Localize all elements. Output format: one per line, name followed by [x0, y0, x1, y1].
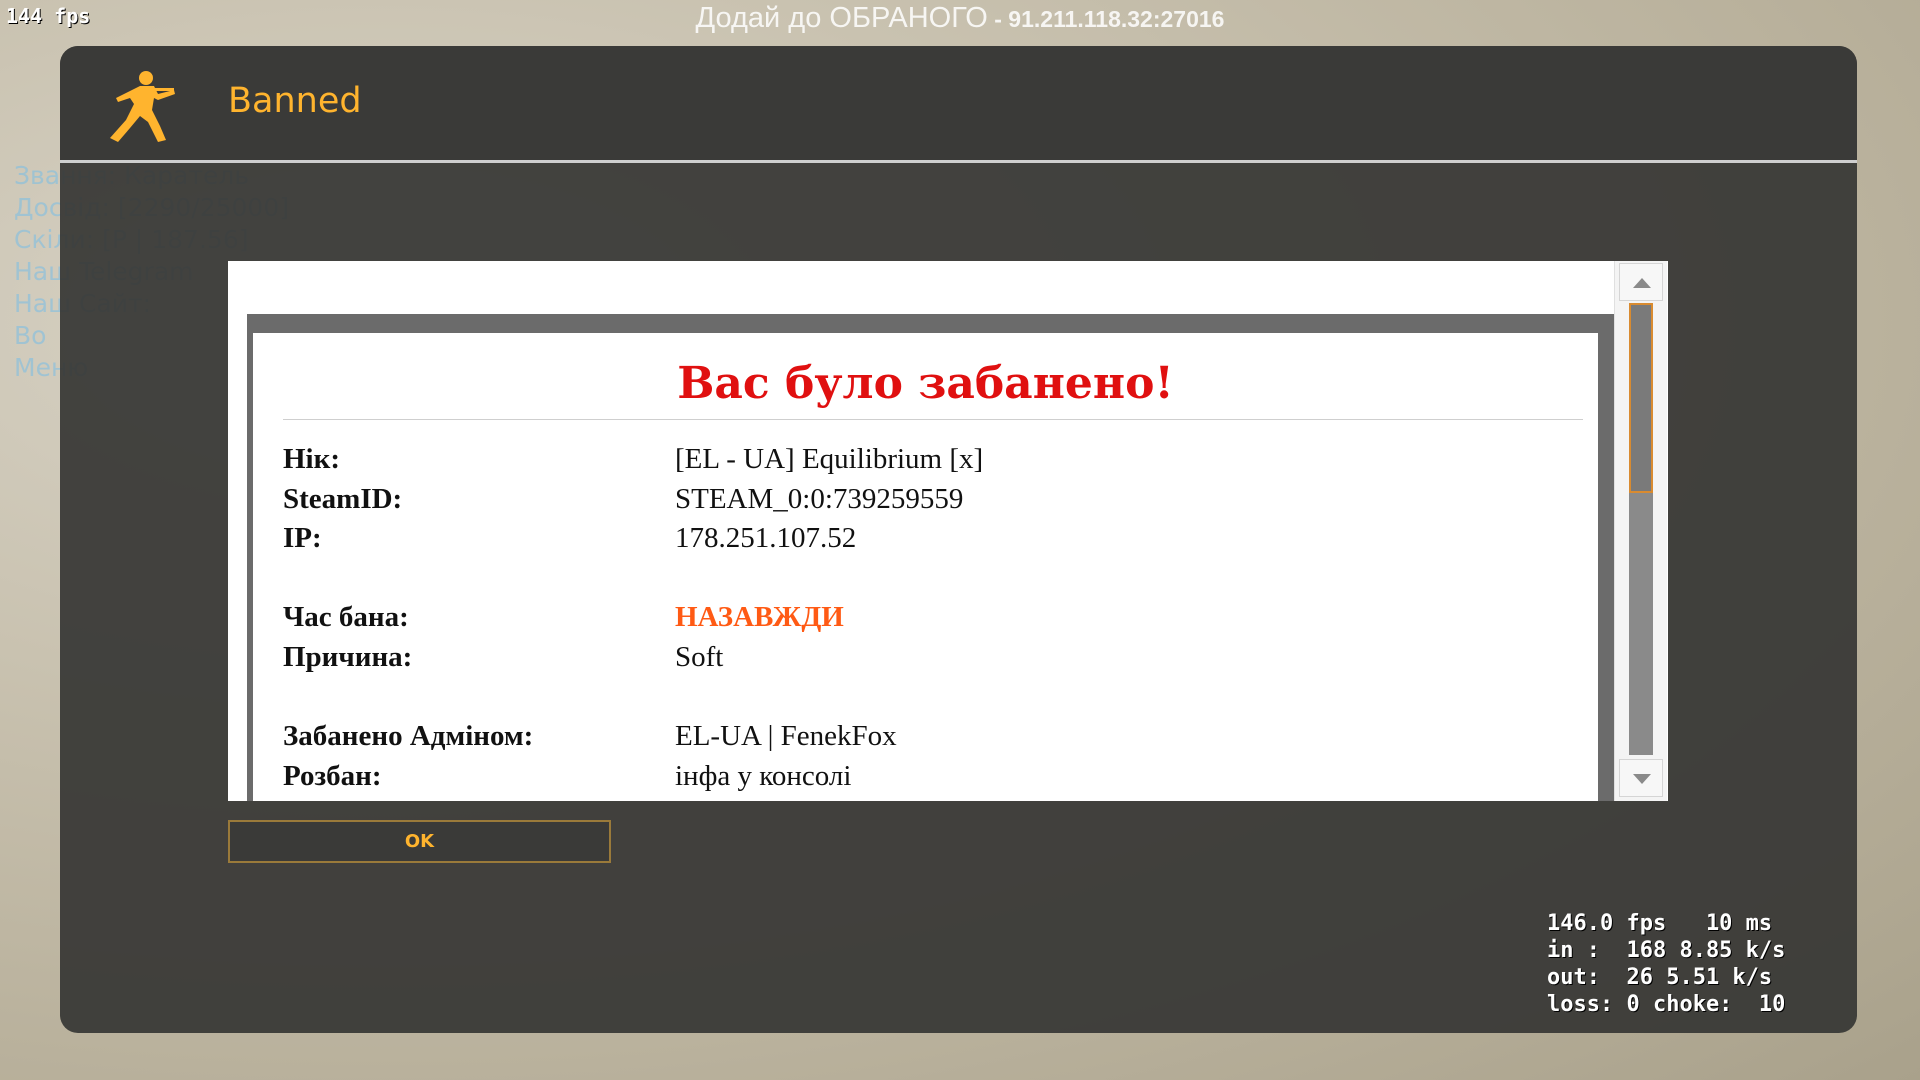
info-card: Вас було забанено! Нік: [EL - UA] Equili…	[253, 333, 1598, 801]
row-value: STEAM_0:0:739259559	[675, 483, 964, 515]
row-label: IP:	[283, 522, 322, 554]
dialog-title: Banned	[228, 81, 362, 121]
header-divider	[60, 160, 1857, 163]
scroll-up-button[interactable]	[1619, 263, 1663, 301]
row-value: НАЗАВЖДИ	[675, 601, 844, 633]
row-value: [EL - UA] Equilibrium [x]	[675, 443, 984, 475]
scroll-thumb[interactable]	[1629, 303, 1653, 493]
row-value: інфа у консолі	[675, 760, 852, 792]
heading-divider	[283, 419, 1583, 420]
row-label: Нік:	[283, 443, 340, 475]
server-address: - 91.211.118.32:27016	[987, 6, 1225, 32]
netgraph-in: in : 168 8.85 k/s	[1547, 938, 1786, 963]
netgraph: 146.0 fps 10 ms in : 168 8.85 k/s out: 26 …	[1547, 910, 1785, 1018]
netgraph-loss: loss: 0 choke: 10	[1547, 992, 1786, 1017]
counter-strike-logo-icon	[110, 71, 175, 142]
server-title: Додай до ОБРАНОГО - 91.211.118.32:27016	[0, 2, 1920, 35]
ban-info-pane: Вас було забанено! Нік: [EL - UA] Equili…	[228, 261, 1668, 801]
row-label: Забанено Адміном:	[283, 720, 534, 752]
ok-button[interactable]: OK	[228, 820, 611, 863]
row-label: Час бана:	[283, 601, 409, 633]
dialog-header: Banned	[60, 46, 1857, 160]
ban-heading: Вас було забанено!	[677, 358, 1174, 409]
row-label: SteamID:	[283, 483, 403, 515]
row-label: Причина:	[283, 641, 413, 673]
netgraph-fps: 146.0 fps 10 ms	[1547, 911, 1773, 936]
scroll-down-button[interactable]	[1619, 759, 1663, 797]
netgraph-out: out: 26 5.51 k/s	[1547, 965, 1773, 990]
vertical-scrollbar[interactable]	[1614, 261, 1667, 801]
row-label: Розбан:	[283, 760, 382, 792]
row-value: 178.251.107.52	[675, 522, 857, 554]
arrow-up-icon	[1633, 278, 1651, 288]
arrow-down-icon	[1633, 774, 1651, 784]
server-title-text: Додай до ОБРАНОГО	[695, 2, 988, 34]
row-value: EL-UA | FenekFox	[675, 720, 897, 752]
row-value: Soft	[675, 641, 724, 673]
